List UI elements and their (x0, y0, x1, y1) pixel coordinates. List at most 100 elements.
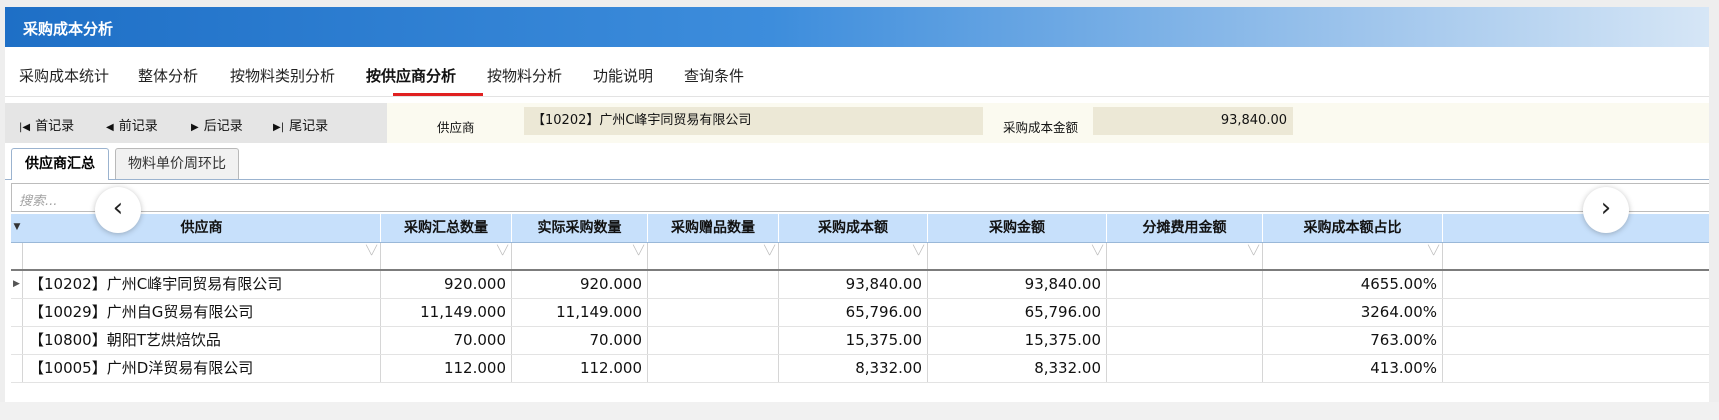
cell-actual-qty: 920.000 (512, 271, 648, 298)
cell-allocated-fee (1107, 299, 1263, 326)
next-record-icon: ▶ (191, 122, 199, 133)
filter-dropdown-icon: ╲╱ (764, 246, 775, 256)
filter-cell[interactable]: ╲╱ (512, 243, 648, 269)
filter-dropdown-icon: ╲╱ (366, 246, 377, 256)
filter-cell[interactable]: ╲╱ (779, 243, 928, 269)
cell-purchase-amount: 15,375.00 (928, 327, 1107, 354)
cell-cost-amount: 8,332.00 (779, 355, 928, 382)
chevron-right-icon: › (1600, 193, 1612, 223)
tab-function-description[interactable]: 功能说明 (593, 65, 653, 86)
cell-purchase-amount: 8,332.00 (928, 355, 1107, 382)
filter-cell[interactable]: ╲╱ (381, 243, 512, 269)
col-cost-ratio[interactable]: 采购成本额占比 (1263, 214, 1443, 242)
first-record-label: 首记录 (35, 119, 75, 134)
cell-purchase-amount: 65,796.00 (928, 299, 1107, 326)
supplier-field: 【10202】广州C峰宇同贸易有限公司 (524, 107, 983, 135)
cell-cost-amount: 15,375.00 (779, 327, 928, 354)
cell-cost-ratio: 3264.00% (1263, 299, 1443, 326)
filter-dropdown-icon: ╲╱ (633, 246, 644, 256)
col-actual-qty[interactable]: 实际采购数量 (512, 214, 648, 242)
carousel-prev-button[interactable]: ‹ (95, 187, 141, 233)
cell-actual-qty: 70.000 (512, 327, 648, 354)
filter-cell[interactable]: ╲╱ (23, 243, 381, 269)
bottom-bar (0, 402, 1719, 420)
cell-cost-amount: 65,796.00 (779, 299, 928, 326)
tab-supplier-analysis[interactable]: 按供应商分析 (366, 65, 456, 86)
col-purchase-amount[interactable]: 采购金额 (928, 214, 1107, 242)
supplier-label: 供应商 (437, 120, 475, 135)
tab-query-conditions[interactable]: 查询条件 (684, 65, 744, 86)
table-row[interactable]: 【10005】广州D洋贸易有限公司 112.000 112.000 8,332.… (11, 355, 1709, 383)
last-record-label: 尾记录 (289, 119, 329, 134)
chevron-left-icon: ‹ (112, 193, 124, 223)
filter-cell[interactable]: ╲╱ (1107, 243, 1263, 269)
cell-gift-qty (648, 327, 779, 354)
cell-cost-amount: 93,840.00 (779, 271, 928, 298)
row-indicator (11, 327, 23, 354)
cell-total-qty: 920.000 (381, 271, 512, 298)
cell-supplier: 【10800】朝阳T艺烘焙饮品 (23, 327, 381, 354)
next-record-label: 后记录 (203, 119, 243, 134)
cell-cost-ratio: 4655.00% (1263, 271, 1443, 298)
cell-cost-ratio: 413.00% (1263, 355, 1443, 382)
cell-allocated-fee (1107, 355, 1263, 382)
filter-cell[interactable]: ╲╱ (648, 243, 779, 269)
tab-overall-analysis[interactable]: 整体分析 (138, 65, 198, 86)
cell-allocated-fee (1107, 271, 1263, 298)
subtab-supplier-summary[interactable]: 供应商汇总 (11, 148, 109, 180)
cell-gift-qty (648, 355, 779, 382)
col-allocated-fee[interactable]: 分摊费用金额 (1107, 214, 1263, 242)
title-bar: 采购成本分析 (5, 7, 1709, 47)
cell-gift-qty (648, 299, 779, 326)
search-placeholder: 搜索... (19, 194, 58, 209)
table-header: ▼ 供应商 采购汇总数量 实际采购数量 采购赠品数量 采购成本额 采购金额 分摊… (11, 214, 1709, 243)
prev-record-icon: ◀ (106, 122, 114, 133)
carousel-next-button[interactable]: › (1583, 187, 1629, 233)
cell-actual-qty: 112.000 (512, 355, 648, 382)
last-record-icon: ▶| (273, 122, 285, 133)
cell-total-qty: 11,149.000 (381, 299, 512, 326)
last-record-button[interactable]: ▶| 尾记录 (273, 115, 328, 134)
search-input[interactable]: 搜索... (11, 183, 1709, 212)
subtab-material-price-wow[interactable]: 物料单价周环比 (115, 148, 239, 179)
first-record-button[interactable]: |◀ 首记录 (19, 115, 74, 134)
first-record-icon: |◀ (19, 122, 31, 133)
filter-dropdown-icon: ╲╱ (1428, 246, 1439, 256)
filter-cell[interactable]: ╲╱ (928, 243, 1107, 269)
col-supplier[interactable]: 供应商 (23, 214, 381, 242)
app-window: 采购成本分析 采购成本统计 整体分析 按物料类别分析 按供应商分析 按物料分析 … (5, 7, 1709, 402)
sub-tabs: 供应商汇总 物料单价周环比 (5, 144, 1709, 180)
filter-dropdown-icon: ╲╱ (1092, 246, 1103, 256)
cell-actual-qty: 11,149.000 (512, 299, 648, 326)
tab-purchase-cost-stats[interactable]: 采购成本统计 (19, 65, 109, 86)
record-toolbar: |◀ 首记录 ◀ 前记录 ▶ 后记录 ▶| 尾记录 供应商 【10202】广州C峰宇同贸… (5, 103, 1709, 143)
cell-supplier: 【10202】广州C峰宇同贸易有限公司 (23, 271, 381, 298)
filter-dropdown-icon: ╲╱ (497, 246, 508, 256)
col-gift-qty[interactable]: 采购赠品数量 (648, 214, 779, 242)
filter-row: ╲╱ ╲╱ ╲╱ ╲╱ ╲╱ ╲╱ ╲╱ ╲╱ (11, 243, 1709, 271)
filter-indicator (11, 243, 23, 269)
col-cost-amount[interactable]: 采购成本额 (779, 214, 928, 242)
record-nav-group: |◀ 首记录 ◀ 前记录 ▶ 后记录 ▶| 尾记录 (5, 103, 387, 143)
cell-total-qty: 70.000 (381, 327, 512, 354)
main-tabs: 采购成本统计 整体分析 按物料类别分析 按供应商分析 按物料分析 功能说明 查询… (5, 51, 1709, 97)
filter-dropdown-icon: ╲╱ (913, 246, 924, 256)
cell-supplier: 【10029】广州自G贸易有限公司 (23, 299, 381, 326)
tab-material-category-analysis[interactable]: 按物料类别分析 (230, 65, 335, 86)
prev-record-button[interactable]: ◀ 前记录 (106, 115, 158, 134)
active-tab-underline (393, 93, 483, 96)
filter-cell[interactable]: ╲╱ (1263, 243, 1443, 269)
next-record-button[interactable]: ▶ 后记录 (191, 115, 243, 134)
tab-material-analysis[interactable]: 按物料分析 (487, 65, 562, 86)
row-indicator (11, 355, 23, 382)
column-menu-icon[interactable]: ▼ (11, 214, 23, 242)
table-row[interactable]: 【10800】朝阳T艺烘焙饮品 70.000 70.000 15,375.00 … (11, 327, 1709, 355)
cell-purchase-amount: 93,840.00 (928, 271, 1107, 298)
filter-dropdown-icon: ╲╱ (1248, 246, 1259, 256)
col-total-qty[interactable]: 采购汇总数量 (381, 214, 512, 242)
current-row-icon: ▶ (11, 271, 23, 298)
table-row[interactable]: 【10029】广州自G贸易有限公司 11,149.000 11,149.000 … (11, 299, 1709, 327)
cell-cost-ratio: 763.00% (1263, 327, 1443, 354)
table-row[interactable]: ▶ 【10202】广州C峰宇同贸易有限公司 920.000 920.000 93… (11, 271, 1709, 299)
cell-gift-qty (648, 271, 779, 298)
